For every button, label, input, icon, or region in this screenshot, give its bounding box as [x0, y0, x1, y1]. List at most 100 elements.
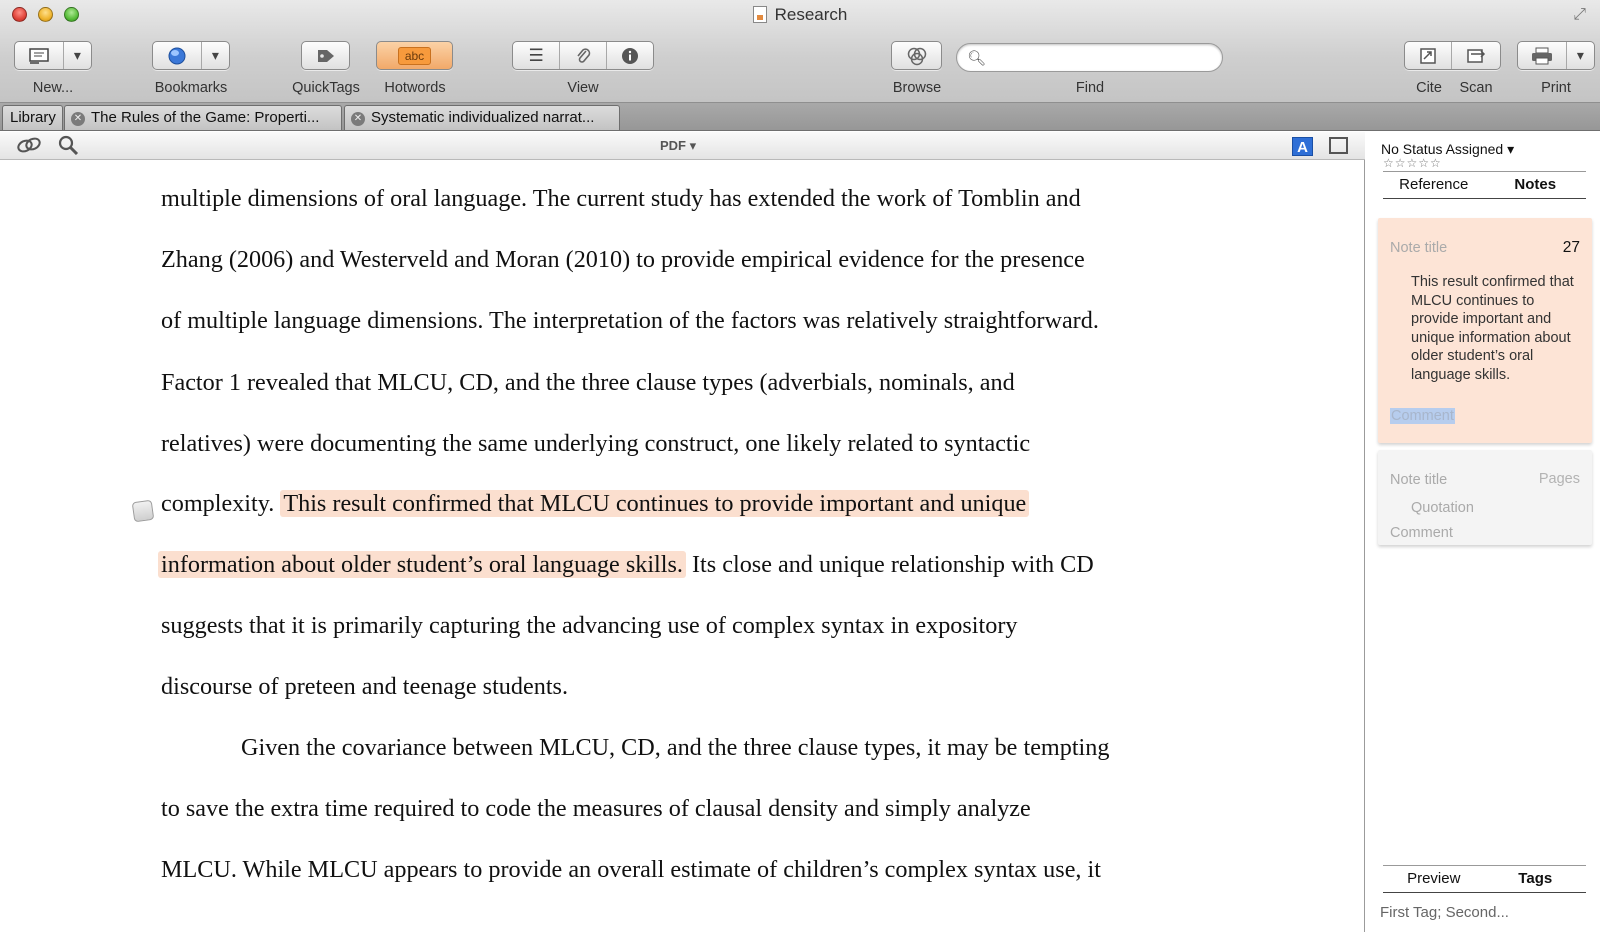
tab-systematic-individualized[interactable]: ✕ Systematic individualized narrat... [344, 105, 620, 130]
note-pages-field[interactable]: Pages [1539, 471, 1580, 487]
tab-reference[interactable]: Reference [1383, 172, 1485, 198]
document-text: complexity. [161, 490, 281, 517]
window-toolbar: Research ⤢ ▾ New... ▾ Bookmarks QuickTag… [0, 0, 1600, 103]
view-attachments-button[interactable] [560, 42, 607, 69]
note-quotation[interactable]: This result confirmed that MLCU continue… [1411, 273, 1576, 384]
note-title-field[interactable]: Note title [1390, 240, 1447, 256]
highlighted-quotation[interactable]: information about older student’s oral l… [158, 551, 686, 578]
find-label: Find [1075, 80, 1105, 96]
document-line: MLCU. While MLCU appears to provide an o… [161, 856, 1101, 883]
preview-tags-tabs: Preview Tags [1383, 865, 1586, 893]
cite-label: Cite [1416, 80, 1442, 96]
document-line: discourse of preteen and teenage student… [161, 673, 569, 700]
quicktags-button[interactable] [301, 41, 350, 70]
search-icon[interactable] [58, 135, 80, 160]
notes-panel: No Status Assigned ▾ ☆☆☆☆☆ Reference Not… [1366, 132, 1600, 932]
note-card-empty[interactable]: Note title Pages Quotation Comment [1378, 450, 1592, 545]
document-line: Zhang (2006) and Westerveld and Moran (2… [161, 246, 1085, 273]
list-icon: ☰ [528, 45, 544, 65]
note-comment-field[interactable]: Comment [1390, 408, 1455, 424]
chevron-down-icon: ▾ [1576, 47, 1584, 63]
pdf-document-view[interactable]: multiple dimensions of oral language. Th… [0, 160, 1365, 932]
browse-circles-icon [907, 47, 926, 65]
new-label: New... [32, 80, 74, 96]
print-label: Print [1541, 80, 1571, 96]
browse-label: Browse [892, 80, 942, 96]
browse-button[interactable] [891, 41, 942, 70]
note-title-field[interactable]: Note title [1390, 472, 1447, 488]
search-icon: 🔍︎ [967, 50, 987, 67]
hotwords-icon: abc [397, 46, 432, 65]
scan-button[interactable] [1452, 42, 1500, 69]
tab-preview[interactable]: Preview [1383, 866, 1485, 892]
close-tab-icon[interactable]: ✕ [351, 112, 365, 126]
pdf-view-mode-select[interactable]: PDF ▾ [660, 138, 696, 154]
new-button[interactable] [15, 42, 64, 69]
new-dropdown-button[interactable]: ▾ [64, 42, 91, 69]
view-info-button[interactable] [607, 42, 653, 69]
document-tab-bar: Library ✕ The Rules of the Game: Properti… [0, 103, 1600, 131]
window-title: Research [0, 5, 1600, 25]
font-style-button[interactable]: A [1292, 137, 1313, 156]
bookmarks-button-group: ▾ [152, 41, 230, 70]
view-segmented-control: ☰ [512, 41, 654, 70]
document-line: relatives) were documenting the same und… [161, 430, 1031, 457]
tags-input[interactable] [1380, 904, 1590, 921]
close-tab-icon[interactable]: ✕ [71, 112, 85, 126]
tag-icon [317, 49, 334, 62]
find-input[interactable] [991, 48, 1211, 68]
tab-library[interactable]: Library [2, 105, 63, 130]
pdf-toolbar: PDF ▾ A [0, 132, 1365, 160]
cite-icon [1420, 47, 1436, 64]
highlighted-quotation[interactable]: This result confirmed that MLCU continue… [280, 490, 1030, 517]
paperclip-icon [577, 47, 591, 63]
bookmarks-label: Bookmarks [154, 80, 228, 96]
document-line: Given the covariance between MLCU, CD, a… [241, 734, 1110, 761]
view-list-button[interactable]: ☰ [513, 42, 561, 69]
note-comment-field[interactable]: Comment [1390, 525, 1453, 541]
rating-stars[interactable]: ☆☆☆☆☆ [1383, 156, 1442, 170]
print-dropdown-button[interactable]: ▾ [1567, 42, 1594, 69]
tab-label: The Rules of the Game: Properti... [91, 109, 320, 126]
document-line: Factor 1 revealed that MLCU, CD, and the… [161, 369, 1015, 396]
document-line: of multiple language dimensions. The int… [161, 307, 1099, 334]
link-icon[interactable] [16, 135, 42, 160]
scan-icon [1467, 48, 1486, 63]
view-label: View [567, 80, 599, 96]
tab-notes[interactable]: Notes [1485, 172, 1587, 198]
note-pages-field[interactable]: 27 [1563, 239, 1580, 257]
hotwords-label: Hotwords [384, 80, 446, 96]
crop-icon[interactable] [1329, 137, 1348, 154]
cite-scan-segmented-control [1404, 41, 1501, 70]
document-text: Its close and unique relationship with C… [685, 551, 1094, 578]
note-marker-icon[interactable] [131, 499, 155, 523]
printer-icon [1531, 47, 1552, 64]
new-reference-icon [29, 47, 49, 64]
chevron-down-icon: ▾ [211, 47, 219, 63]
print-button[interactable] [1518, 42, 1567, 69]
document-icon [752, 6, 767, 23]
tab-tags[interactable]: Tags [1485, 866, 1587, 892]
tab-rules-of-the-game[interactable]: ✕ The Rules of the Game: Properti... [64, 105, 342, 130]
new-button-group: ▾ [14, 41, 92, 70]
globe-icon [168, 47, 186, 64]
document-line: suggests that it is primarily capturing … [161, 612, 1018, 639]
reference-notes-tabs: Reference Notes [1383, 171, 1586, 199]
hotwords-button[interactable]: abc [376, 41, 453, 70]
quicktags-label: QuickTags [292, 80, 360, 96]
tab-label: Systematic individualized narrat... [371, 109, 595, 126]
find-search-field[interactable]: 🔍︎ [956, 43, 1223, 72]
cite-button[interactable] [1405, 42, 1453, 69]
bookmarks-dropdown-button[interactable]: ▾ [202, 42, 229, 69]
chevron-down-icon: ▾ [73, 47, 81, 63]
fullscreen-icon[interactable]: ⤢ [1573, 6, 1586, 24]
info-icon [621, 47, 638, 64]
document-line: to save the extra time required to code … [161, 795, 1031, 822]
note-card[interactable]: Note title 27 This result confirmed that… [1378, 218, 1592, 443]
bookmarks-button[interactable] [153, 42, 202, 69]
scan-label: Scan [1459, 80, 1493, 96]
tab-label: Library [10, 109, 56, 126]
print-button-group: ▾ [1517, 41, 1595, 70]
document-line: information about older student’s oral l… [158, 551, 1094, 579]
note-quotation-field[interactable]: Quotation [1411, 499, 1576, 518]
